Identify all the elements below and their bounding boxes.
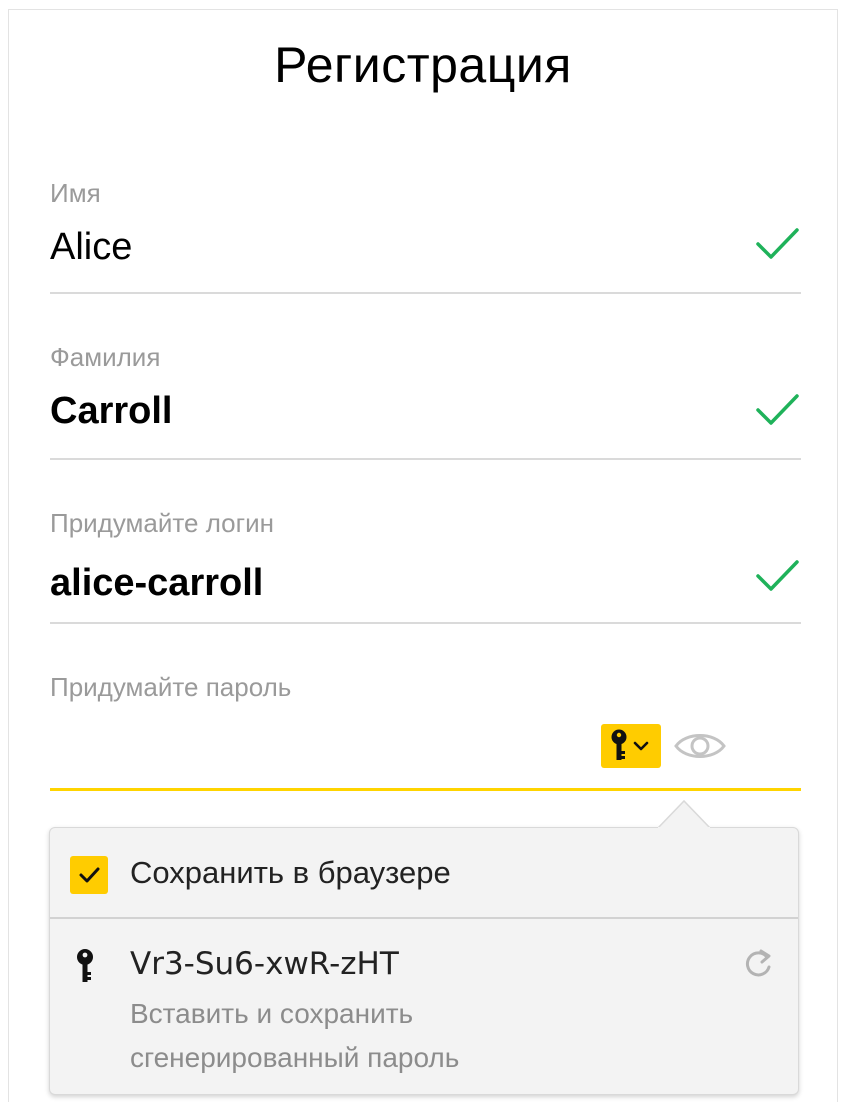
login-input[interactable]: alice-carroll xyxy=(50,562,263,605)
password-manager-button[interactable] xyxy=(601,724,661,768)
first-name-input[interactable]: Alice xyxy=(50,226,132,269)
last-name-input[interactable]: Carroll xyxy=(50,390,172,433)
generated-description-line-1: Вставить и сохранить xyxy=(130,998,414,1029)
frame-border-right xyxy=(837,9,838,1102)
check-icon xyxy=(756,560,799,591)
login-underline xyxy=(50,622,801,624)
password-underline xyxy=(50,788,801,791)
eye-icon[interactable] xyxy=(672,726,728,766)
save-in-browser-label: Сохранить в браузере xyxy=(130,855,451,890)
frame-border-top xyxy=(8,9,838,10)
password-generator-popup: Сохранить в браузере Vr3-Su6-xwR-zHT Вст… xyxy=(49,827,799,1095)
key-icon xyxy=(611,729,649,760)
generated-password[interactable]: Vr3-Su6-xwR-zHT xyxy=(130,946,399,982)
first-name-underline xyxy=(50,292,801,294)
check-icon xyxy=(79,867,100,883)
login-label: Придумайте логин xyxy=(50,508,274,538)
popup-arrow xyxy=(658,799,710,829)
generated-password-description[interactable]: Вставить и сохранить сгенерированный пар… xyxy=(130,992,690,1080)
refresh-icon[interactable] xyxy=(740,946,776,982)
page-title: Регистрация xyxy=(274,37,572,93)
last-name-label: Фамилия xyxy=(50,342,161,372)
save-in-browser-checkbox[interactable] xyxy=(70,856,108,894)
last-name-field[interactable]: Фамилия Carroll xyxy=(50,342,801,462)
password-label: Придумайте пароль xyxy=(50,672,292,702)
login-field[interactable]: Придумайте логин alice-carroll xyxy=(50,508,801,626)
key-icon xyxy=(77,949,93,982)
frame-border-left xyxy=(8,9,9,1102)
check-icon xyxy=(756,228,799,259)
popup-divider xyxy=(50,917,798,919)
first-name-field[interactable]: Имя Alice xyxy=(50,178,801,296)
check-icon xyxy=(756,394,799,425)
save-in-browser-row[interactable]: Сохранить в браузере xyxy=(50,828,798,918)
first-name-label: Имя xyxy=(50,178,101,208)
last-name-underline xyxy=(50,458,801,460)
chevron-down-icon xyxy=(633,741,649,751)
generated-description-line-2: сгенерированный пароль xyxy=(130,1042,460,1073)
